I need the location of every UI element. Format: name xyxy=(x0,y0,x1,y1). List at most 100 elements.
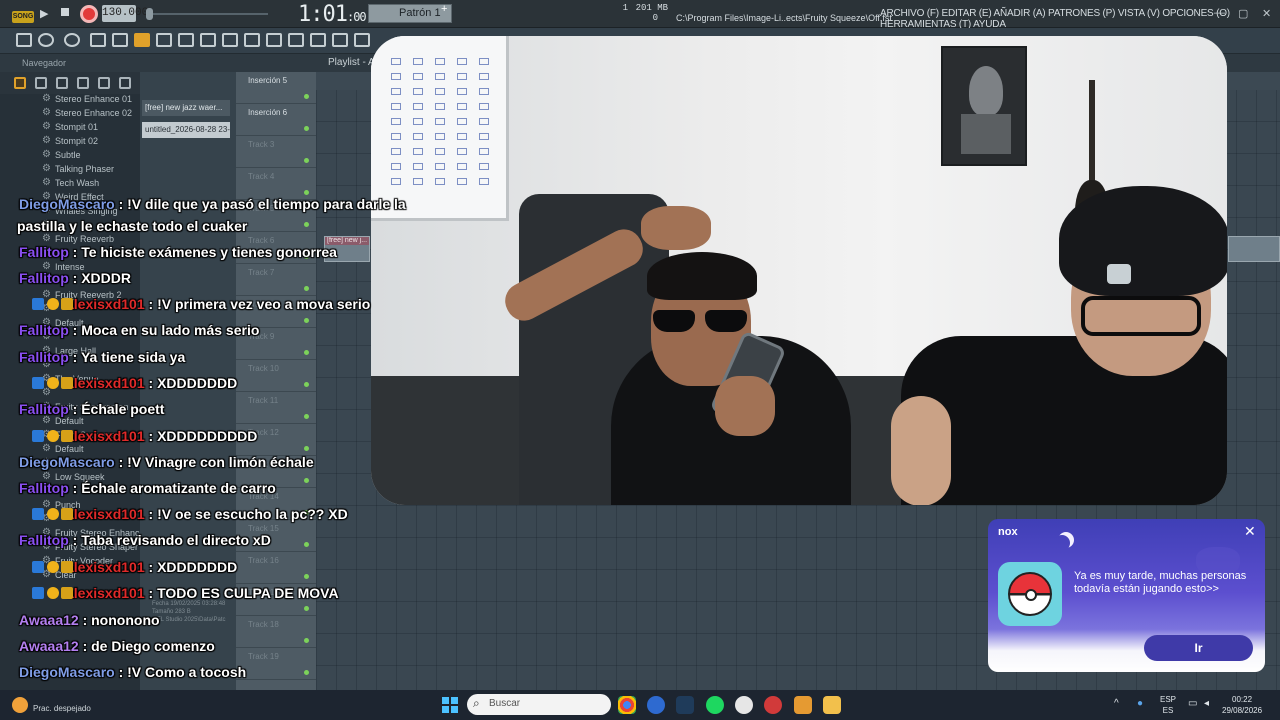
track-mute-led[interactable] xyxy=(304,190,309,195)
sunglasses-lens xyxy=(705,310,747,332)
obs-icon[interactable] xyxy=(735,696,753,714)
spotify-icon[interactable] xyxy=(706,696,724,714)
track-header[interactable]: Track 18 xyxy=(236,616,316,648)
toolbar-tool-icon[interactable] xyxy=(266,33,282,47)
track-header[interactable]: Inserción 6 xyxy=(236,104,316,136)
track-header[interactable]: Track 3 xyxy=(236,136,316,168)
tray-chevron-icon[interactable]: ^ xyxy=(1114,698,1119,709)
track-header[interactable]: Track 10 xyxy=(236,360,316,392)
fl-studio-icon[interactable] xyxy=(794,696,812,714)
browser-preset-item[interactable]: Stompit 02 xyxy=(0,135,140,150)
weather-icon[interactable] xyxy=(12,697,28,713)
microphone-icon[interactable]: ● xyxy=(1137,698,1143,709)
track-header[interactable]: Track 16 xyxy=(236,552,316,584)
badge-icon xyxy=(61,377,73,389)
add-pattern-icon[interactable]: + xyxy=(441,3,447,15)
close-icon[interactable]: ✕ xyxy=(1262,7,1271,20)
chrome-icon[interactable] xyxy=(618,696,636,714)
windows-start-icon[interactable] xyxy=(442,697,458,713)
pattern-item[interactable]: untitled_2026-08-28 23-... xyxy=(142,122,230,138)
browser-sample-icon[interactable] xyxy=(77,77,89,89)
browser-folder-icon[interactable] xyxy=(35,77,47,89)
language-indicator[interactable]: ESP ES xyxy=(1160,694,1176,716)
tempo-field[interactable]: 130.000 xyxy=(102,5,148,22)
track-header[interactable]: Track 19 xyxy=(236,648,316,680)
toolbar-tool-icon[interactable] xyxy=(90,33,106,47)
start-tile xyxy=(451,697,458,704)
language-top: ESP xyxy=(1160,695,1177,704)
taskbar-search[interactable]: ⌕ Buscar xyxy=(467,694,611,715)
browser-preset-item[interactable]: Stompit 01 xyxy=(0,121,140,136)
toolbar-record-icon[interactable] xyxy=(64,33,80,47)
pattern-item[interactable]: [free] new jazz waer... xyxy=(142,100,230,116)
track-mute-led[interactable] xyxy=(304,382,309,387)
track-mute-led[interactable] xyxy=(304,350,309,355)
close-icon[interactable]: ✕ xyxy=(1244,523,1256,540)
network-icon[interactable]: ▭ xyxy=(1188,698,1197,709)
toolbar-tool-icon[interactable] xyxy=(354,33,370,47)
weather-text[interactable]: Prac. despejado xyxy=(33,704,91,713)
whiteboard-mark xyxy=(457,88,467,95)
master-volume-knob[interactable] xyxy=(146,8,153,20)
file-explorer-icon[interactable] xyxy=(823,696,841,714)
recording-app-icon[interactable] xyxy=(764,696,782,714)
browser-star-icon[interactable] xyxy=(119,77,131,89)
minimize-icon[interactable]: — xyxy=(1214,7,1225,19)
toolbar-download-icon[interactable] xyxy=(16,33,32,47)
audio-clip[interactable] xyxy=(1228,236,1280,262)
clock[interactable]: 00:22 29/08/2026 xyxy=(1222,694,1262,716)
track-header[interactable]: Inserción 5 xyxy=(236,72,316,104)
toolbar-tool-icon[interactable] xyxy=(178,33,194,47)
track-mute-led[interactable] xyxy=(304,606,309,611)
toolbar-loop-icon[interactable] xyxy=(38,33,54,47)
steam-icon[interactable] xyxy=(676,696,694,714)
whiteboard-mark xyxy=(391,148,401,155)
toolbar-tool-icon[interactable] xyxy=(112,33,128,47)
volume-icon[interactable]: ◂ xyxy=(1204,698,1209,709)
browser-all-icon[interactable] xyxy=(14,77,26,89)
stop-icon[interactable] xyxy=(61,8,69,16)
track-mute-led[interactable] xyxy=(304,158,309,163)
chat-message: Fallitop : Moca en su lado más serio xyxy=(19,322,259,339)
browser-preset-item[interactable]: Stereo Enhance 02 xyxy=(0,107,140,122)
browser-cloud-icon[interactable] xyxy=(98,77,110,89)
go-button[interactable]: Ir xyxy=(1144,635,1253,661)
toolbar-tool-icon[interactable] xyxy=(134,33,150,47)
toolbar-tool-icon[interactable] xyxy=(288,33,304,47)
toolbar-tool-icon[interactable] xyxy=(332,33,348,47)
badge-icon xyxy=(47,430,59,442)
track-mute-led[interactable] xyxy=(304,478,309,483)
toolbar-tool-icon[interactable] xyxy=(222,33,238,47)
track-header[interactable]: Track 11 xyxy=(236,392,316,424)
play-icon[interactable]: ▶ xyxy=(40,7,48,20)
toolbar-tool-icon[interactable] xyxy=(200,33,216,47)
track-mute-led[interactable] xyxy=(304,286,309,291)
track-mute-led[interactable] xyxy=(304,414,309,419)
track-mute-led[interactable] xyxy=(304,574,309,579)
browser-preset-item[interactable]: Subtle xyxy=(0,149,140,164)
pattern-selector[interactable]: Patrón 1 xyxy=(368,4,452,23)
toolbar-tool-icon[interactable] xyxy=(244,33,260,47)
maximize-icon[interactable]: ▢ xyxy=(1238,7,1248,20)
track-mute-led[interactable] xyxy=(304,318,309,323)
master-volume-slider[interactable] xyxy=(148,13,268,15)
browser-preset-item[interactable]: Talking Phaser xyxy=(0,163,140,178)
browser-preset-item[interactable]: Stereo Enhance 01 xyxy=(0,93,140,108)
toolbar-tool-icon[interactable] xyxy=(156,33,172,47)
toolbar-tool-icon[interactable] xyxy=(310,33,326,47)
track-mute-led[interactable] xyxy=(304,126,309,131)
track-mute-led[interactable] xyxy=(304,94,309,99)
song-mode-button[interactable]: SONG xyxy=(12,11,34,23)
browser-plugin-icon[interactable] xyxy=(56,77,68,89)
track-mute-led[interactable] xyxy=(304,446,309,451)
browser-preset-item[interactable]: Tech Wash xyxy=(0,177,140,192)
record-button[interactable] xyxy=(80,5,98,23)
track-mute-led[interactable] xyxy=(304,670,309,675)
track-mute-led[interactable] xyxy=(304,638,309,643)
game-app-icon[interactable] xyxy=(998,562,1062,626)
track-mute-led[interactable] xyxy=(304,542,309,547)
chat-username: Fallitop xyxy=(19,532,69,548)
settings-icon[interactable] xyxy=(647,696,665,714)
track-header[interactable]: Track 7 xyxy=(236,264,316,296)
track-mute-led[interactable] xyxy=(304,222,309,227)
